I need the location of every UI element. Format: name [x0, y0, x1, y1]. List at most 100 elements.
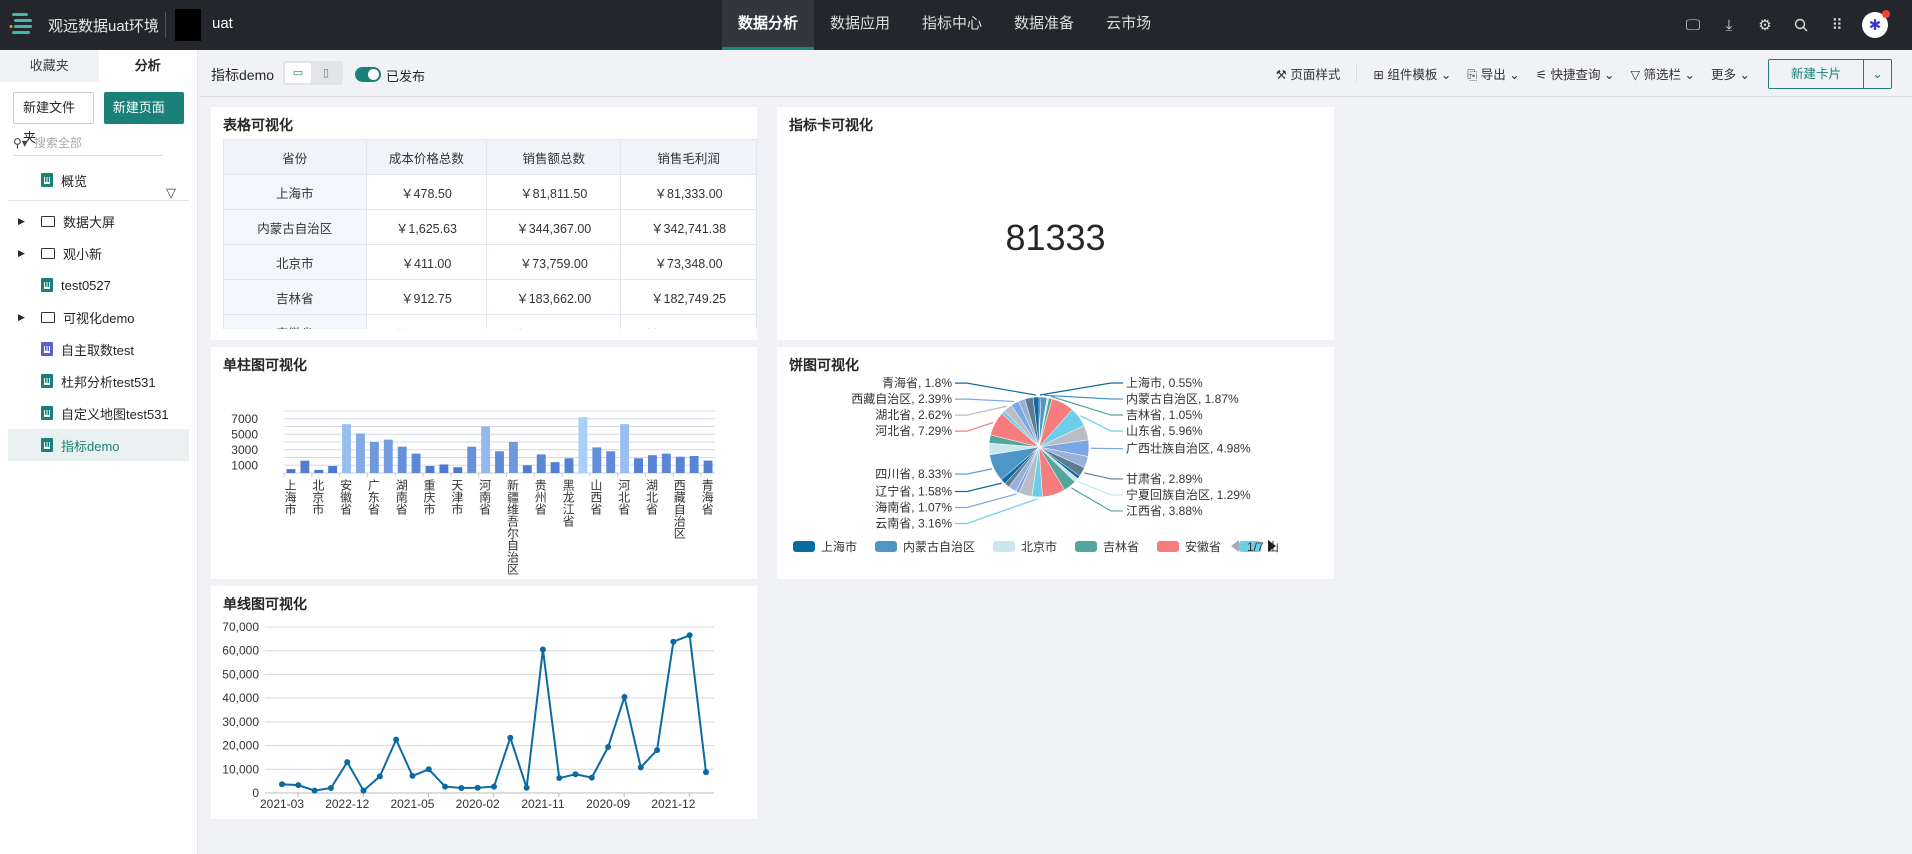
avatar[interactable]: ✱	[1862, 10, 1890, 38]
tab-favorites[interactable]: 收藏夹	[0, 50, 99, 82]
x-tick-label: 重庆市	[422, 479, 436, 515]
env-name[interactable]: uat	[212, 15, 233, 32]
more-button[interactable]: 更多 ⌄	[1711, 64, 1750, 83]
chevron-down-icon[interactable]: ⌄	[1863, 59, 1891, 88]
bar	[578, 417, 588, 473]
column-header[interactable]: 销售毛利润	[620, 139, 757, 175]
search-placeholder: 搜索全部	[33, 136, 82, 150]
pie-label: 四川省, 8.33%	[875, 467, 952, 481]
legend-prev-icon[interactable]	[1231, 540, 1239, 552]
data-point	[311, 787, 318, 794]
bar	[411, 453, 421, 473]
gear-icon[interactable]: ⚙	[1754, 14, 1776, 36]
new-card-button[interactable]: 新建卡片	[1769, 60, 1863, 88]
export-button[interactable]: ⎘ 导出 ⌄	[1467, 64, 1519, 83]
sidebar-item-page[interactable]: test0527	[8, 269, 189, 301]
column-header[interactable]: 销售额总数	[486, 139, 622, 175]
page-style-button[interactable]: ⚒ 页面样式	[1276, 64, 1341, 83]
top-bar: 观远数据uat环境 uat 数据分析 数据应用 指标中心 数据准备 云市场 🖵 …	[0, 0, 1912, 50]
sidebar-item-page-selected[interactable]: 指标demo	[8, 429, 189, 461]
table-row: 上海市 ￥478.50 ￥81,811.50 ￥81,333.00	[223, 174, 757, 210]
column-header[interactable]: 省份	[223, 139, 367, 175]
leader-line	[1083, 472, 1123, 480]
extract-icon	[41, 342, 53, 356]
bar	[634, 458, 643, 473]
y-tick-label: 40,000	[222, 691, 259, 705]
pie-label: 上海市, 0.55%	[1126, 375, 1203, 390]
item-label: test0527	[61, 277, 111, 293]
y-tick-label: 60,000	[222, 644, 259, 658]
leader-line	[955, 398, 1015, 403]
legend-swatch	[793, 541, 815, 552]
column-header[interactable]: 成本价格总数	[365, 139, 488, 175]
nav-metrics-center[interactable]: 指标中心	[906, 0, 998, 50]
caret-right-icon[interactable]: ▶	[18, 216, 25, 227]
table-cell: ￥73,759.00	[486, 244, 622, 280]
data-point	[425, 766, 432, 773]
bar	[314, 469, 324, 473]
caret-right-icon[interactable]: ▶	[18, 248, 25, 259]
sidebar-item-folder[interactable]: ▶ 可视化demo	[8, 301, 189, 333]
new-folder-button[interactable]: 新建文件夹	[13, 92, 94, 145]
bar	[647, 455, 657, 473]
sidebar-item-page[interactable]: 自定义地图test531	[8, 397, 189, 429]
wand-icon: ⚒	[1275, 68, 1287, 82]
item-label: 指标demo	[61, 438, 120, 454]
templates-button[interactable]: ⊞ 组件模板 ⌄	[1373, 64, 1451, 83]
leader-line	[1080, 415, 1123, 432]
leader-line	[955, 468, 992, 475]
item-label: 可视化demo	[63, 310, 135, 326]
pie-label: 云南省, 3.16%	[875, 515, 952, 530]
bar	[564, 458, 574, 473]
nav-data-apps[interactable]: 数据应用	[814, 0, 906, 50]
sidebar-item-page[interactable]: 自主取数test	[8, 333, 189, 365]
table-cell: 北京市	[223, 244, 367, 280]
report-icon	[41, 374, 53, 388]
filter-bar-button[interactable]: ▽ 筛选栏 ⌄	[1630, 64, 1695, 83]
nav-data-prep[interactable]: 数据准备	[998, 0, 1090, 50]
download-icon[interactable]: ⤓	[1718, 14, 1740, 36]
x-tick-label: 2020-09	[586, 797, 630, 811]
data-point	[458, 785, 465, 792]
mobile-icon[interactable]: ▯	[313, 63, 339, 83]
data-point	[703, 769, 709, 776]
x-tick-label: 河南省	[478, 479, 492, 515]
desktop-icon[interactable]: ▭	[285, 63, 311, 83]
sidebar-item-overview[interactable]: 概览	[8, 164, 189, 196]
new-page-button[interactable]: 新建页面 ⌄	[103, 92, 184, 147]
publish-toggle[interactable]	[355, 67, 381, 82]
data-point	[654, 747, 661, 754]
nav-data-analysis[interactable]: 数据分析	[722, 0, 815, 50]
sidebar-item-folder[interactable]: ▶ 观小新	[8, 237, 189, 269]
bar	[342, 424, 352, 473]
x-tick-label: 2021-11	[521, 797, 564, 811]
x-tick-label: 2022-12	[325, 797, 369, 811]
bar	[661, 453, 671, 473]
apps-grid-icon[interactable]: ⠿	[1826, 14, 1848, 36]
pie-chart: 上海市, 0.55%内蒙古自治区, 1.87% 吉林省, 1.05% 山东省, 5.…	[793, 375, 1279, 554]
table-cell: ￥1,338,443.62	[620, 314, 757, 329]
table-cell: ￥912.75	[365, 279, 488, 315]
logo-icon[interactable]	[8, 10, 38, 40]
data-point	[670, 638, 677, 645]
label: 组件模板	[1387, 68, 1438, 82]
folder-icon	[41, 247, 55, 259]
screen-icon[interactable]: 🖵	[1682, 14, 1704, 36]
bar	[467, 446, 477, 473]
table-cell: ￥183,662.00	[486, 279, 622, 315]
caret-right-icon[interactable]: ▶	[18, 312, 25, 323]
divider	[1356, 64, 1358, 83]
legend-swatch	[875, 541, 897, 552]
quick-query-button[interactable]: ⚟ 快捷查询 ⌄	[1536, 64, 1615, 83]
nav-cloud-market[interactable]: 云市场	[1090, 0, 1167, 50]
table-row: 内蒙古自治区 ￥1,625.63 ￥344,367.00 ￥342,741.38	[223, 209, 757, 245]
pie-label: 青海省, 1.8%	[882, 375, 952, 390]
project-logo[interactable]	[175, 9, 201, 41]
bar	[439, 464, 449, 473]
data-point	[507, 734, 514, 741]
sidebar-item-page[interactable]: 杜邦分析test531	[8, 365, 189, 397]
search-icon[interactable]	[1790, 14, 1812, 36]
page-tree: 概览 ▶ 数据大屏 ▶ 观小新 test0527 ▶ 可视化demo 自主取数test…	[0, 164, 197, 461]
tab-analysis[interactable]: 分析	[99, 50, 198, 82]
sidebar-item-folder[interactable]: ▶ 数据大屏	[8, 205, 189, 237]
